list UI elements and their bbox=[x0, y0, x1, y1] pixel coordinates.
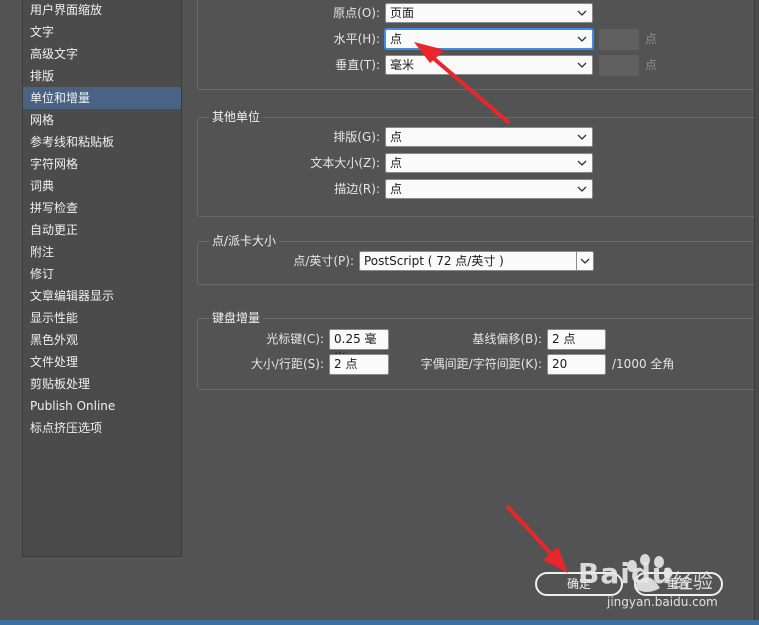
cursor-key-input[interactable]: 0.25 毫米 bbox=[329, 329, 389, 365]
vertical-label: 垂直(T): bbox=[335, 58, 380, 72]
chevron-down-icon bbox=[577, 36, 587, 42]
sidebar-item[interactable]: 文件处理 bbox=[23, 351, 181, 373]
size-leading-label: 大小/行距(S): bbox=[250, 357, 324, 371]
sidebar-list: 用户界面缩放 文字 高级文字 排版 单位和增量 网格 参考线和粘贴板 字符网格 词典 拼写检查 自动… bbox=[23, 0, 181, 439]
baseline-shift-label: 基线偏移(B): bbox=[472, 332, 542, 346]
chevron-down-icon bbox=[577, 160, 587, 166]
origin-select[interactable]: 页面 bbox=[385, 3, 593, 23]
kerning-unit: /1000 全角 bbox=[612, 357, 675, 371]
composition-label: 排版(G): bbox=[333, 130, 380, 144]
window-border-right bbox=[754, 0, 759, 625]
points-per-inch-select[interactable]: PostScript ( 72 点/英寸 ) bbox=[359, 251, 594, 271]
chevron-down-icon bbox=[577, 186, 587, 192]
points-per-inch-value: PostScript ( 72 点/英寸 ) bbox=[364, 254, 504, 268]
kerning-tracking-label: 字偶间距/字符间距(K): bbox=[420, 357, 542, 371]
horizontal-label: 水平(H): bbox=[333, 32, 380, 46]
vertical-select[interactable]: 毫米 bbox=[385, 55, 593, 75]
origin-label: 原点(O): bbox=[333, 6, 380, 20]
window-border-bottom bbox=[0, 620, 759, 625]
origin-select-value: 页面 bbox=[390, 6, 415, 20]
stroke-select-value: 点 bbox=[390, 182, 403, 196]
sidebar-item[interactable]: 排版 bbox=[23, 65, 181, 87]
keyboard-increments-title: 键盘增量 bbox=[209, 310, 264, 326]
cursor-key-label: 光标键(C): bbox=[266, 332, 324, 346]
sidebar-item[interactable]: 修订 bbox=[23, 263, 181, 285]
chevron-down-icon bbox=[577, 10, 587, 16]
vertical-select-value: 毫米 bbox=[390, 58, 415, 72]
sidebar-item[interactable]: 显示性能 bbox=[23, 307, 181, 329]
composition-select-value: 点 bbox=[390, 130, 403, 144]
chevron-down-icon bbox=[577, 134, 587, 140]
text-size-select[interactable]: 点 bbox=[385, 153, 593, 173]
text-size-label: 文本大小(Z): bbox=[310, 156, 380, 170]
sidebar-item[interactable]: 自动更正 bbox=[23, 219, 181, 241]
horizontal-unit: 点 bbox=[645, 32, 658, 46]
watermark-jingyan: 经验 bbox=[673, 569, 713, 593]
sidebar-item[interactable]: 词典 bbox=[23, 175, 181, 197]
point-pica-title: 点/派卡大小 bbox=[209, 233, 280, 249]
sidebar-item[interactable]: 字符网格 bbox=[23, 153, 181, 175]
stroke-select[interactable]: 点 bbox=[385, 179, 593, 199]
sidebar-item[interactable]: 网格 bbox=[23, 109, 181, 131]
chevron-down-icon bbox=[580, 258, 590, 264]
preferences-sidebar: 用户界面缩放 文字 高级文字 排版 单位和增量 网格 参考线和粘贴板 字符网格 词典 拼写检查 自动… bbox=[22, 0, 182, 557]
vertical-custom-input bbox=[599, 55, 639, 76]
other-units-title: 其他单位 bbox=[209, 109, 264, 125]
sidebar-item[interactable]: 参考线和粘贴板 bbox=[23, 131, 181, 153]
sidebar-item[interactable]: 标点挤压选项 bbox=[23, 417, 181, 439]
text-size-select-value: 点 bbox=[390, 156, 403, 170]
red-arrow-icon bbox=[506, 505, 568, 573]
kerning-tracking-input[interactable]: 20 bbox=[547, 354, 606, 375]
sidebar-item[interactable]: 高级文字 bbox=[23, 43, 181, 65]
chevron-down-icon bbox=[577, 62, 587, 68]
sidebar-item[interactable]: 单位和增量 bbox=[23, 87, 181, 109]
sidebar-item[interactable]: 用户界面缩放 bbox=[23, 0, 181, 21]
sidebar-item[interactable]: 文章编辑器显示 bbox=[23, 285, 181, 307]
size-leading-input[interactable]: 2 点 bbox=[329, 354, 389, 375]
horizontal-select-value: 点 bbox=[390, 32, 403, 46]
horizontal-select[interactable]: 点 bbox=[385, 29, 593, 49]
sidebar-item[interactable]: 拼写检查 bbox=[23, 197, 181, 219]
horizontal-custom-input bbox=[599, 29, 639, 50]
vertical-unit: 点 bbox=[645, 58, 658, 72]
points-per-inch-label: 点/英寸(P): bbox=[293, 254, 354, 268]
stroke-label: 描边(R): bbox=[334, 182, 380, 196]
sidebar-item[interactable]: 黑色外观 bbox=[23, 329, 181, 351]
sidebar-item[interactable]: 文字 bbox=[23, 21, 181, 43]
sidebar-item[interactable]: Publish Online bbox=[23, 395, 181, 417]
sidebar-item[interactable]: 附注 bbox=[23, 241, 181, 263]
baseline-shift-input[interactable]: 2 点 bbox=[547, 329, 606, 350]
watermark-brand: Baidu bbox=[578, 557, 673, 590]
watermark-url: jingyan.baidu.com bbox=[607, 595, 718, 609]
composition-select[interactable]: 点 bbox=[385, 127, 593, 147]
sidebar-item[interactable]: 剪贴板处理 bbox=[23, 373, 181, 395]
